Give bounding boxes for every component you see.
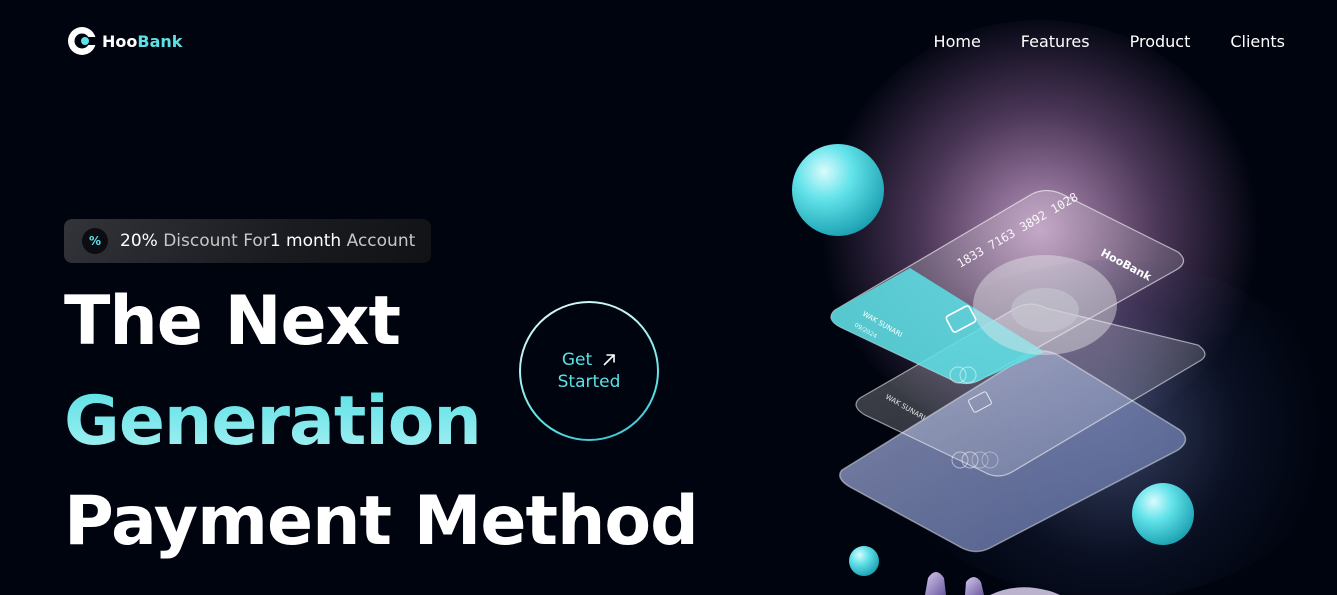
navbar: HooBank Home Features Product Clients: [66, 24, 1285, 58]
hero-heading-line2: Generation: [64, 382, 482, 461]
get-started-label-line1: Get: [561, 349, 593, 370]
sphere-medium: [1132, 483, 1194, 545]
get-started-button[interactable]: Get Started: [519, 301, 659, 441]
nav-links: Home Features Product Clients: [934, 32, 1285, 51]
nav-item-product[interactable]: Product: [1130, 32, 1191, 51]
logo[interactable]: HooBank: [66, 25, 182, 57]
get-started-label-line2: Started: [557, 372, 621, 392]
brand-name: HooBank: [102, 31, 183, 51]
sphere-small: [849, 546, 879, 576]
hand-illustration: [925, 572, 1060, 595]
nav-item-home[interactable]: Home: [934, 32, 981, 51]
sphere-large: [792, 144, 884, 236]
get-started-inner: Get Started: [521, 303, 657, 439]
nav-item-clients[interactable]: Clients: [1230, 32, 1285, 51]
hero-cards-illustration: WAK SUNARI 1833 7163 3892 1028 HooBank W…: [792, 144, 1206, 595]
hoobank-logo-icon: [68, 27, 96, 55]
discount-icon: %: [82, 228, 108, 254]
hero-heading-line1: The Next: [64, 282, 401, 361]
discount-badge: % 20% Discount For1 month Account: [64, 219, 432, 263]
get-started-row: Get: [562, 349, 616, 371]
nav-item-features[interactable]: Features: [1021, 32, 1090, 51]
discount-text: 20% Discount For1 month Account: [120, 231, 416, 251]
hero-heading-line3: Payment Method: [64, 482, 699, 561]
arrow-up-right-icon: [603, 354, 615, 366]
